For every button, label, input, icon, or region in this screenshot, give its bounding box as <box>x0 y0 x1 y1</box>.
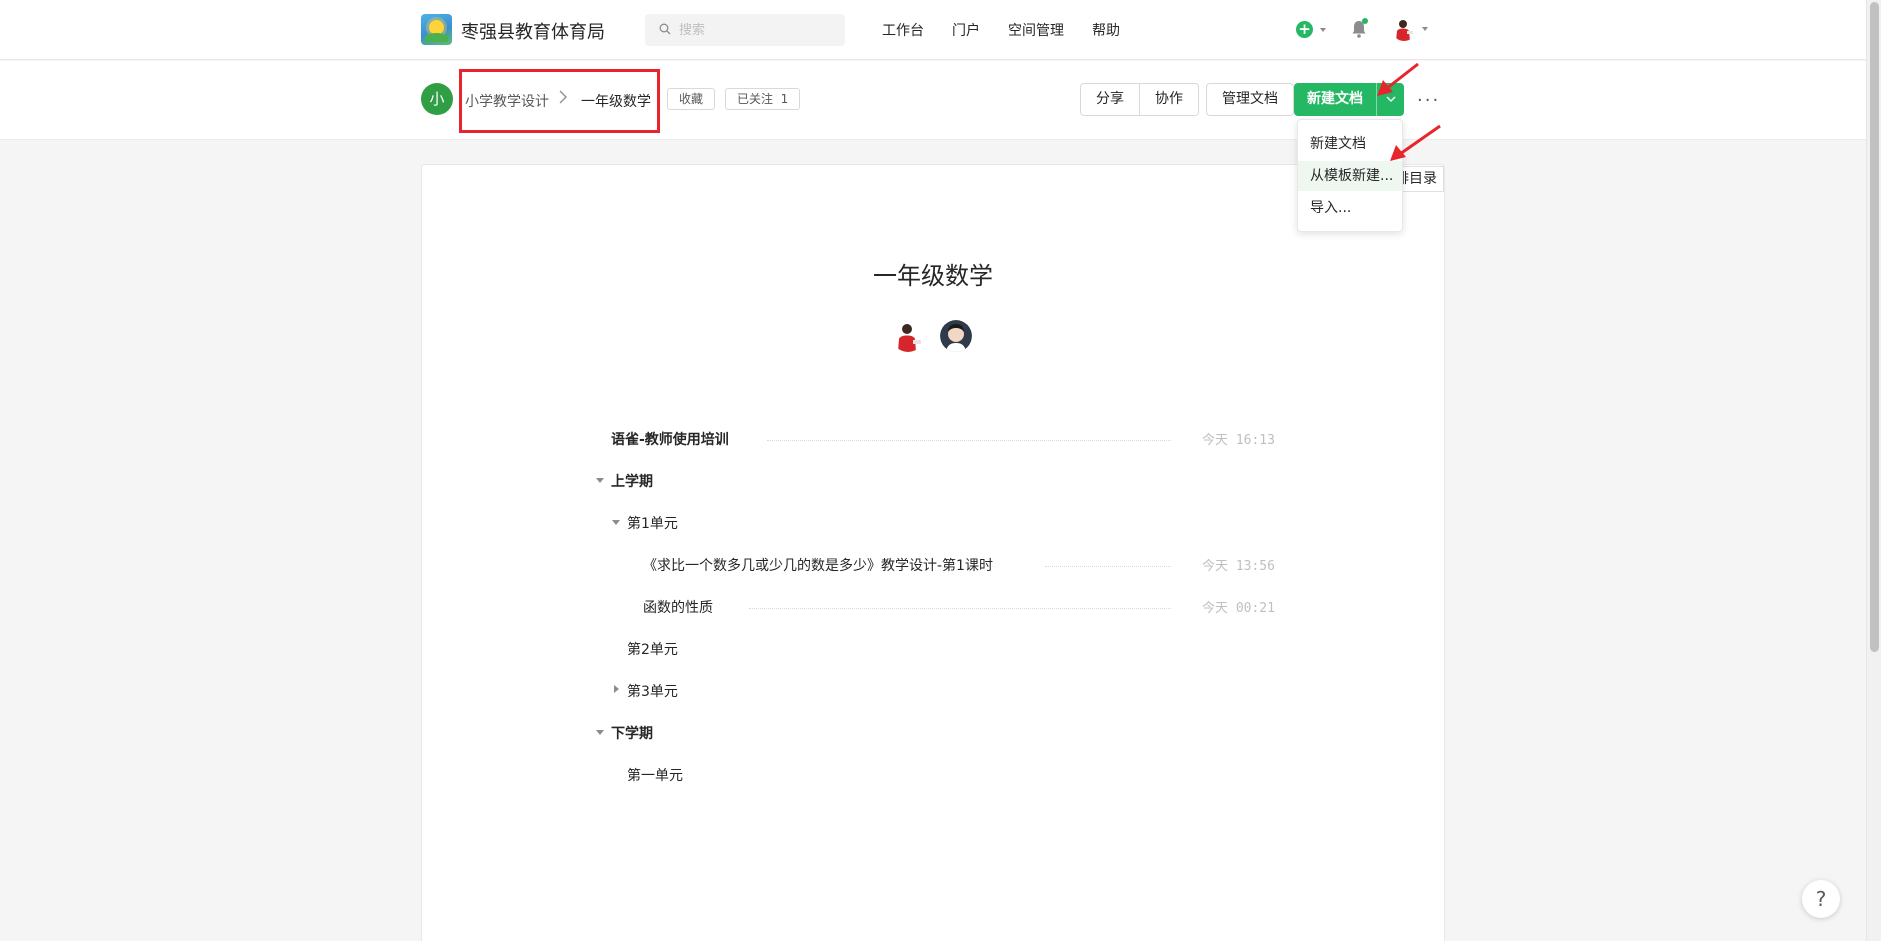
toc-time: 今天 13:56 <box>1202 559 1275 574</box>
top-nav: 枣强县教育体育局 工作台 门户 空间管理 帮助 + <box>0 0 1866 60</box>
new-doc-label: 新建文档 <box>1307 91 1363 107</box>
follow-count: 1 <box>780 92 789 106</box>
nav-workbench[interactable]: 工作台 <box>882 20 924 40</box>
toc-leader <box>767 440 1171 441</box>
caret-down-icon[interactable] <box>596 730 604 735</box>
org-logo-icon[interactable] <box>421 14 452 45</box>
chevron-down-icon[interactable] <box>1320 28 1326 32</box>
more-icon[interactable]: ··· <box>1417 92 1440 110</box>
book-title: 一年级数学 <box>873 262 993 290</box>
toc-item[interactable]: 第1单元 <box>627 513 678 533</box>
book-header: 小 小学教学设计 一年级数学 收藏 已关注 1 分享 协作 管理文档 新建文档 … <box>0 61 1866 140</box>
toc-item[interactable]: 下学期 <box>611 723 653 743</box>
user-avatar[interactable] <box>1392 17 1416 41</box>
chevron-down-icon <box>1386 96 1396 102</box>
notification-dot <box>1362 18 1368 24</box>
search-icon <box>659 23 671 35</box>
caret-down-icon[interactable] <box>596 478 604 483</box>
toc-item[interactable]: 语雀-教师使用培训 <box>611 429 729 449</box>
toc-item[interactable]: 函数的性质 <box>643 597 713 617</box>
toc-item[interactable]: 第一单元 <box>627 765 683 785</box>
member-avatar[interactable] <box>940 320 972 352</box>
share-collab-group: 分享 协作 <box>1080 83 1199 116</box>
space-avatar[interactable]: 小 <box>421 83 453 115</box>
caret-down-icon[interactable] <box>612 520 620 525</box>
plus-icon[interactable]: + <box>1296 21 1313 38</box>
menu-item-new-doc[interactable]: 新建文档 <box>1298 129 1402 159</box>
toc-time: 今天 16:13 <box>1202 433 1275 448</box>
help-button[interactable]: ? <box>1802 880 1840 918</box>
nav-space-management[interactable]: 空间管理 <box>1008 20 1064 40</box>
search-input[interactable] <box>679 14 839 46</box>
menu-item-import[interactable]: 导入... <box>1298 193 1402 223</box>
caret-right-icon[interactable] <box>614 685 619 693</box>
toc-leader <box>1045 566 1171 567</box>
manage-docs-button[interactable]: 管理文档 <box>1206 83 1294 116</box>
toc-item[interactable]: 第2单元 <box>627 639 678 659</box>
search-box[interactable] <box>645 14 845 46</box>
member-avatar[interactable] <box>892 320 924 352</box>
toc-item[interactable]: 《求比一个数多几或少几的数是多少》教学设计-第1课时 <box>643 555 993 575</box>
nav-portal[interactable]: 门户 <box>952 20 980 40</box>
new-doc-dropdown-toggle[interactable] <box>1376 83 1404 116</box>
toc-time: 今天 00:21 <box>1202 601 1275 616</box>
menu-item-from-template[interactable]: 从模板新建... <box>1298 161 1402 191</box>
scrollbar-thumb[interactable] <box>1870 2 1879 652</box>
toc-leader <box>749 608 1171 609</box>
follow-button[interactable]: 已关注 1 <box>725 88 801 110</box>
org-name[interactable]: 枣强县教育体育局 <box>461 18 605 44</box>
follow-label: 已关注 <box>737 92 774 106</box>
nav-help[interactable]: 帮助 <box>1092 20 1120 40</box>
collaborate-button[interactable]: 协作 <box>1140 83 1199 116</box>
toc-item[interactable]: 上学期 <box>611 471 653 491</box>
chevron-down-icon[interactable] <box>1422 27 1428 31</box>
page-scrollbar[interactable] <box>1866 0 1881 941</box>
new-doc-button[interactable]: 新建文档 <box>1294 83 1404 116</box>
new-doc-dropdown-menu: 新建文档 从模板新建... 导入... <box>1297 119 1403 232</box>
highlight-box <box>459 69 660 133</box>
toc-item[interactable]: 第3单元 <box>627 681 678 701</box>
share-button[interactable]: 分享 <box>1080 83 1140 116</box>
favorite-button[interactable]: 收藏 <box>667 88 716 110</box>
